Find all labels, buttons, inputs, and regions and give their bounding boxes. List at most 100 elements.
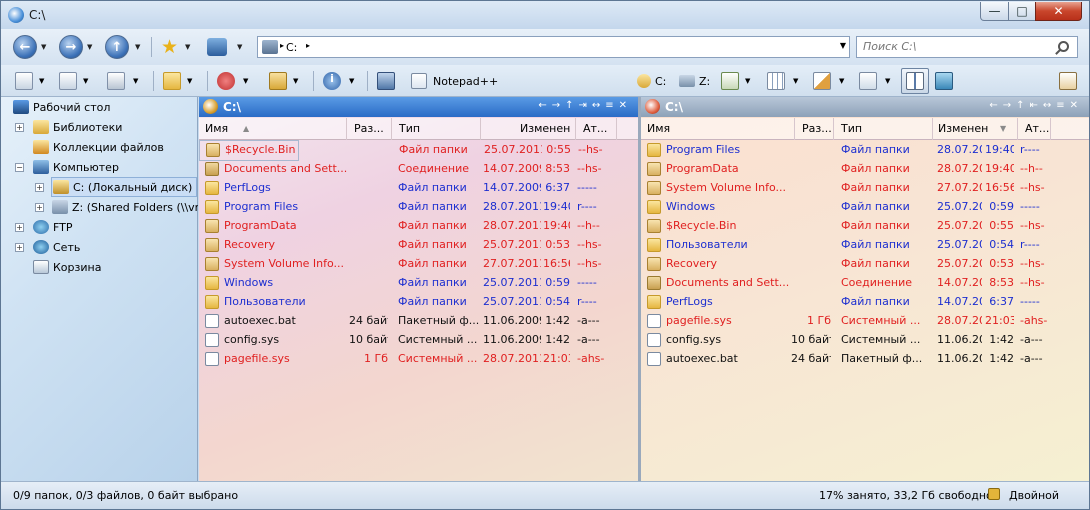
table-row[interactable]: System Volume Info... Файл папки 27.07.201… — [641, 179, 1089, 198]
breadcrumb-chevron-icon[interactable]: ▸ — [306, 41, 310, 50]
table-row[interactable]: Пользователи Файл папки 25.07.2011 0:54 r---… — [641, 236, 1089, 255]
table-row[interactable]: config.sys 10 байт Системный ... 11.06.2009… — [199, 331, 638, 350]
move-icon[interactable] — [59, 72, 77, 90]
minimize-button[interactable]: — — [980, 2, 1009, 21]
table-row[interactable]: Recovery Файл папки 25.07.2011 0:53 --hs- — [641, 255, 1089, 274]
settings-icon[interactable] — [1059, 72, 1077, 90]
tree-item-libraries[interactable]: Библиотеки — [33, 118, 122, 136]
tree-item-drive-c[interactable]: C: (Локальный диск) — [51, 177, 197, 197]
table-row[interactable]: $Recycle.Bin Файл папки 25.07.2011 0:55 --hs… — [199, 140, 603, 161]
copy-dropdown-icon[interactable]: ▼ — [39, 77, 44, 85]
table-row[interactable]: autoexec.bat24 байтПакетный ф...11.06.20… — [199, 312, 638, 331]
panel-mode-status[interactable]: Двойной — [1009, 489, 1059, 502]
col-modified[interactable]: Изменен ▼ — [934, 118, 1018, 140]
move-dropdown-icon[interactable]: ▼ — [83, 77, 88, 85]
archive-dropdown-icon[interactable]: ▼ — [133, 77, 138, 85]
panel-nav-buttons-icon[interactable]: ←→↑⇥↔≡✕ — [538, 100, 632, 111]
new-file-icon[interactable] — [721, 72, 739, 90]
table-row[interactable]: autoexec.bat24 байтПакетный ф...11.06.20… — [641, 350, 1089, 369]
close-button[interactable]: ✕ — [1035, 2, 1082, 21]
back-dropdown-icon[interactable]: ▼ — [41, 43, 46, 51]
forward-button[interactable]: → — [59, 35, 83, 59]
desktop-icon[interactable] — [207, 38, 227, 56]
preview-icon[interactable] — [935, 72, 953, 90]
delete-dropdown-icon[interactable]: ▼ — [243, 77, 248, 85]
search-input[interactable] — [863, 40, 1053, 53]
left-file-panel[interactable]: C:\ ←→↑⇥↔≡✕ Имя ▲ Раз... Тип Изменен Ат..… — [199, 97, 638, 481]
address-bar[interactable]: ▸ C: ▸ ▼ — [257, 36, 850, 58]
layout-icon[interactable] — [859, 72, 877, 90]
breadcrumb-separator-icon[interactable]: ▸ — [280, 41, 284, 50]
table-row[interactable]: ProgramData Файл папки 28.07.201119:40 --h-… — [199, 217, 638, 236]
expand-ftp-icon[interactable]: + — [15, 223, 24, 232]
expand-libraries-icon[interactable]: + — [15, 123, 24, 132]
table-row[interactable]: pagefile.sys 1 Гб Системный ... 28.07.20112… — [641, 312, 1089, 331]
col-name[interactable]: Имя ▲ — [199, 118, 347, 140]
copy-icon[interactable] — [15, 72, 33, 90]
up-dropdown-icon[interactable]: ▼ — [135, 43, 140, 51]
edit-dropdown-icon[interactable]: ▼ — [839, 77, 844, 85]
desktop-dropdown-icon[interactable]: ▼ — [237, 43, 242, 51]
lock-icon[interactable] — [988, 488, 1000, 500]
expand-network-icon[interactable]: + — [15, 243, 24, 252]
col-name[interactable]: Имя — [641, 118, 795, 140]
breadcrumb-drive[interactable]: C: — [286, 41, 297, 54]
tree-item-drive-z[interactable]: Z: (Shared Folders (\\vr — [52, 198, 198, 216]
tree-item-desktop[interactable]: Рабочий стол — [13, 98, 110, 116]
col-attr[interactable]: Ат... — [577, 118, 617, 140]
table-row[interactable]: config.sys 10 байт Системный ... 11.06.2009… — [641, 331, 1089, 350]
dual-panel-icon[interactable] — [906, 72, 924, 90]
favorites-dropdown-icon[interactable]: ▼ — [185, 43, 190, 51]
properties-dropdown-icon[interactable]: ▼ — [349, 77, 354, 85]
new-folder-icon[interactable] — [163, 72, 181, 90]
table-row[interactable]: Windows Файл папки 25.07.2011 0:59 ----- — [641, 198, 1089, 217]
col-modified[interactable]: Изменен — [482, 118, 576, 140]
view-mode-icon[interactable] — [767, 72, 785, 90]
up-button[interactable]: ↑ — [105, 35, 129, 59]
delete-icon[interactable] — [217, 72, 235, 90]
forward-dropdown-icon[interactable]: ▼ — [87, 43, 92, 51]
left-panel-header[interactable]: C:\ ←→↑⇥↔≡✕ — [199, 97, 638, 117]
tree-item-computer[interactable]: Компьютер — [33, 158, 119, 176]
new-folder-dropdown-icon[interactable]: ▼ — [187, 77, 192, 85]
drive-c-button[interactable]: C: — [637, 70, 666, 92]
table-row[interactable]: ProgramData Файл папки 28.07.201119:40 --h-… — [641, 160, 1089, 179]
table-row[interactable]: Пользователи Файл папки 25.07.2011 0:54 r---… — [199, 293, 638, 312]
table-row[interactable]: System Volume Info... Файл папки 27.07.201… — [199, 255, 638, 274]
rename-icon[interactable] — [269, 72, 287, 90]
collapse-computer-icon[interactable]: − — [15, 163, 24, 172]
right-panel-header[interactable]: C:\ ←→↑⇤↔≡✕ — [641, 97, 1089, 117]
table-row[interactable]: Recovery Файл папки 25.07.2011 0:53 --hs- — [199, 236, 638, 255]
expand-drive-c-icon[interactable]: + — [35, 183, 44, 192]
col-attr[interactable]: Ат... — [1019, 118, 1051, 140]
rename-dropdown-icon[interactable]: ▼ — [293, 77, 298, 85]
edit-icon[interactable] — [813, 72, 831, 90]
panel-nav-buttons-icon[interactable]: ←→↑⇤↔≡✕ — [989, 100, 1083, 111]
layout-dropdown-icon[interactable]: ▼ — [885, 77, 890, 85]
table-row[interactable]: $Recycle.Bin Файл папки 25.07.2011 0:55 --hs… — [641, 217, 1089, 236]
favorites-star-icon[interactable]: ★ — [161, 36, 178, 58]
table-row[interactable]: Program Files Файл папки 28.07.201119:40 r-… — [199, 198, 638, 217]
tree-item-ftp[interactable]: FTP — [33, 218, 73, 236]
col-type[interactable]: Тип — [393, 118, 481, 140]
tree-item-network[interactable]: Сеть — [33, 238, 80, 256]
table-row[interactable]: PerfLogs Файл папки 14.07.2009 6:37 ----- — [199, 179, 638, 198]
table-row[interactable]: PerfLogs Файл папки 14.07.2009 6:37 ----- — [641, 293, 1089, 312]
expand-drive-z-icon[interactable]: + — [35, 203, 44, 212]
maximize-button[interactable]: □ — [1008, 2, 1036, 21]
table-row[interactable]: pagefile.sys 1 Гб Системный ... 28.07.20112… — [199, 350, 638, 369]
col-size[interactable]: Раз... — [796, 118, 834, 140]
drive-z-button[interactable]: Z: — [679, 70, 710, 92]
properties-info-icon[interactable]: i — [323, 72, 341, 90]
search-icon[interactable] — [1058, 41, 1069, 52]
console-icon[interactable] — [377, 72, 395, 90]
table-row[interactable]: Documents and Sett... Соединение 14.07.200… — [199, 160, 638, 179]
view-mode-dropdown-icon[interactable]: ▼ — [793, 77, 798, 85]
table-row[interactable]: Windows Файл папки 25.07.2011 0:59 ----- — [199, 274, 638, 293]
col-size[interactable]: Раз... — [348, 118, 392, 140]
back-button[interactable]: ← — [13, 35, 37, 59]
search-box[interactable] — [856, 36, 1078, 58]
new-file-dropdown-icon[interactable]: ▼ — [745, 77, 750, 85]
right-file-panel[interactable]: C:\ ←→↑⇤↔≡✕ Имя Раз... Тип Изменен ▼ Ат..… — [641, 97, 1089, 481]
tree-item-collections[interactable]: Коллекции файлов — [33, 138, 164, 156]
